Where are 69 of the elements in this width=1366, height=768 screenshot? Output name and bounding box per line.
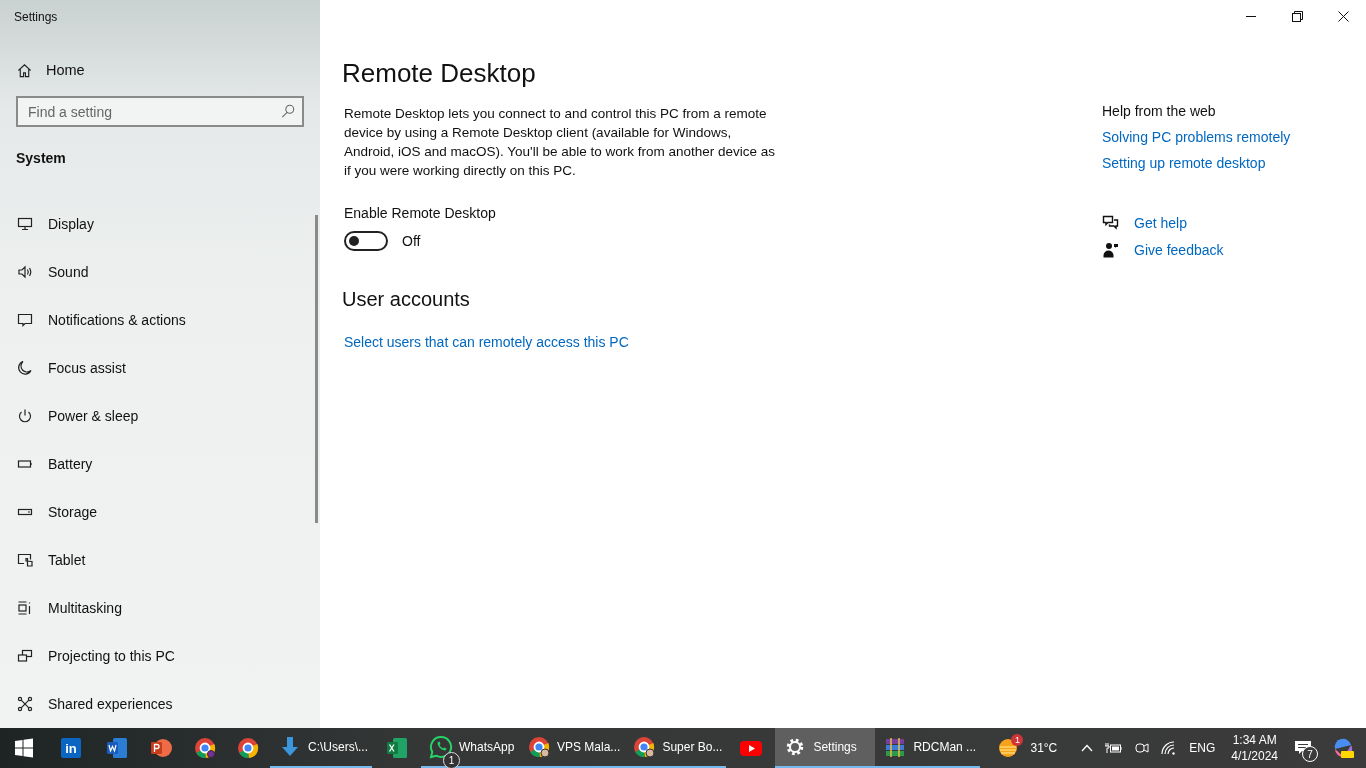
sidebar-item[interactable]: Display — [0, 200, 94, 248]
search-field[interactable]: Find a setting — [16, 96, 304, 127]
section-heading: User accounts — [342, 288, 471, 311]
taskbar-button[interactable]: Settings — [775, 728, 876, 768]
help-action-link[interactable]: Get help — [1134, 215, 1187, 231]
multitasking-icon — [17, 600, 33, 616]
badge: 1 — [1011, 734, 1024, 746]
page-title: Remote Desktop — [342, 57, 537, 90]
taskbar-button[interactable]: 1 WhatsApp — [421, 728, 519, 768]
chrome-icon — [236, 736, 260, 760]
clock[interactable]: 1:34 AM 4/1/2024 — [1231, 732, 1278, 764]
weather-button[interactable]: 1 31°C — [996, 737, 1058, 759]
restore-icon[interactable] — [1291, 10, 1303, 22]
battery-plug-icon[interactable] — [1105, 742, 1124, 754]
badge: 7 — [1302, 746, 1318, 762]
camera-icon[interactable] — [1135, 740, 1150, 756]
chat-bubbles-icon — [1102, 215, 1119, 231]
chrome-icon — [192, 736, 217, 760]
sidebar-item[interactable]: Power & sleep — [0, 392, 139, 440]
taskbar-button[interactable]: Super Bo... — [624, 728, 727, 768]
close-icon[interactable] — [1337, 10, 1349, 22]
sidebar-item[interactable]: Storage — [0, 488, 98, 536]
tablet-icon — [17, 552, 33, 568]
monitor-icon — [17, 216, 33, 232]
colorful-app-icon[interactable] — [1332, 737, 1354, 759]
chrome-icon — [632, 735, 657, 759]
power-icon — [17, 408, 33, 424]
sidebar-item[interactable]: Tablet — [0, 536, 86, 584]
sidebar-item[interactable]: Projecting to this PC — [0, 632, 175, 680]
chrome-icon — [527, 735, 551, 759]
linkedin-icon: in — [59, 736, 83, 760]
excel-icon — [384, 736, 409, 760]
search-icon — [281, 104, 295, 118]
help-link[interactable]: Setting up remote desktop — [1102, 155, 1266, 171]
projecting-icon — [17, 648, 33, 664]
description-text: Remote Desktop lets you connect to and control this PC from a remote device by using a Remote Desktop client (available for Windows, Android, iOS and macOS). You'll be able to work from another device as if you were working directly on this PC. — [344, 105, 776, 180]
word-icon — [105, 736, 129, 760]
sidebar-item[interactable]: Sound — [0, 248, 89, 296]
help-action-link[interactable]: Give feedback — [1134, 242, 1224, 258]
scrollbar[interactable] — [315, 215, 318, 523]
home-link[interactable]: Home — [17, 62, 85, 78]
sidebar-item[interactable]: Multitasking — [0, 584, 122, 632]
taskbar-button[interactable]: in — [47, 728, 95, 768]
window-title: Settings — [13, 9, 59, 26]
select-users-link[interactable]: Select users that can remotely access this PC — [344, 334, 629, 350]
badge: 1 — [443, 752, 460, 768]
sidebar-item[interactable]: Notifications & actions — [0, 296, 186, 344]
taskbar-button[interactable]: C:\Users\... — [270, 728, 372, 768]
wifi-icon[interactable] — [1161, 741, 1178, 755]
sidebar-item[interactable]: Battery — [0, 440, 93, 488]
chevron-up-icon[interactable] — [1081, 744, 1094, 752]
sidebar-item[interactable]: Shared experiences — [0, 680, 173, 728]
section-heading: System — [16, 150, 67, 166]
powerpoint-icon — [149, 736, 173, 760]
toggle-label: Enable Remote Desktop — [344, 205, 497, 221]
taskbar-button[interactable]: RDCMan ... — [875, 728, 981, 768]
sidebar-item[interactable]: Focus assist — [0, 344, 126, 392]
speaker-icon — [17, 264, 33, 280]
shared-experiences-icon — [17, 696, 33, 712]
help-heading: Help from the web — [1102, 103, 1217, 119]
taskbar-button[interactable]: VPS Mala... — [519, 728, 625, 768]
moon-icon — [17, 360, 33, 376]
language-indicator[interactable]: ENG — [1189, 741, 1216, 755]
help-link[interactable]: Solving PC problems remotely — [1102, 129, 1291, 145]
speech-bubble-icon — [17, 312, 33, 328]
home-icon — [17, 62, 32, 78]
person-icon — [1102, 242, 1119, 258]
toggle-state-text: Off — [402, 233, 421, 249]
toggle-switch[interactable] — [344, 231, 388, 251]
